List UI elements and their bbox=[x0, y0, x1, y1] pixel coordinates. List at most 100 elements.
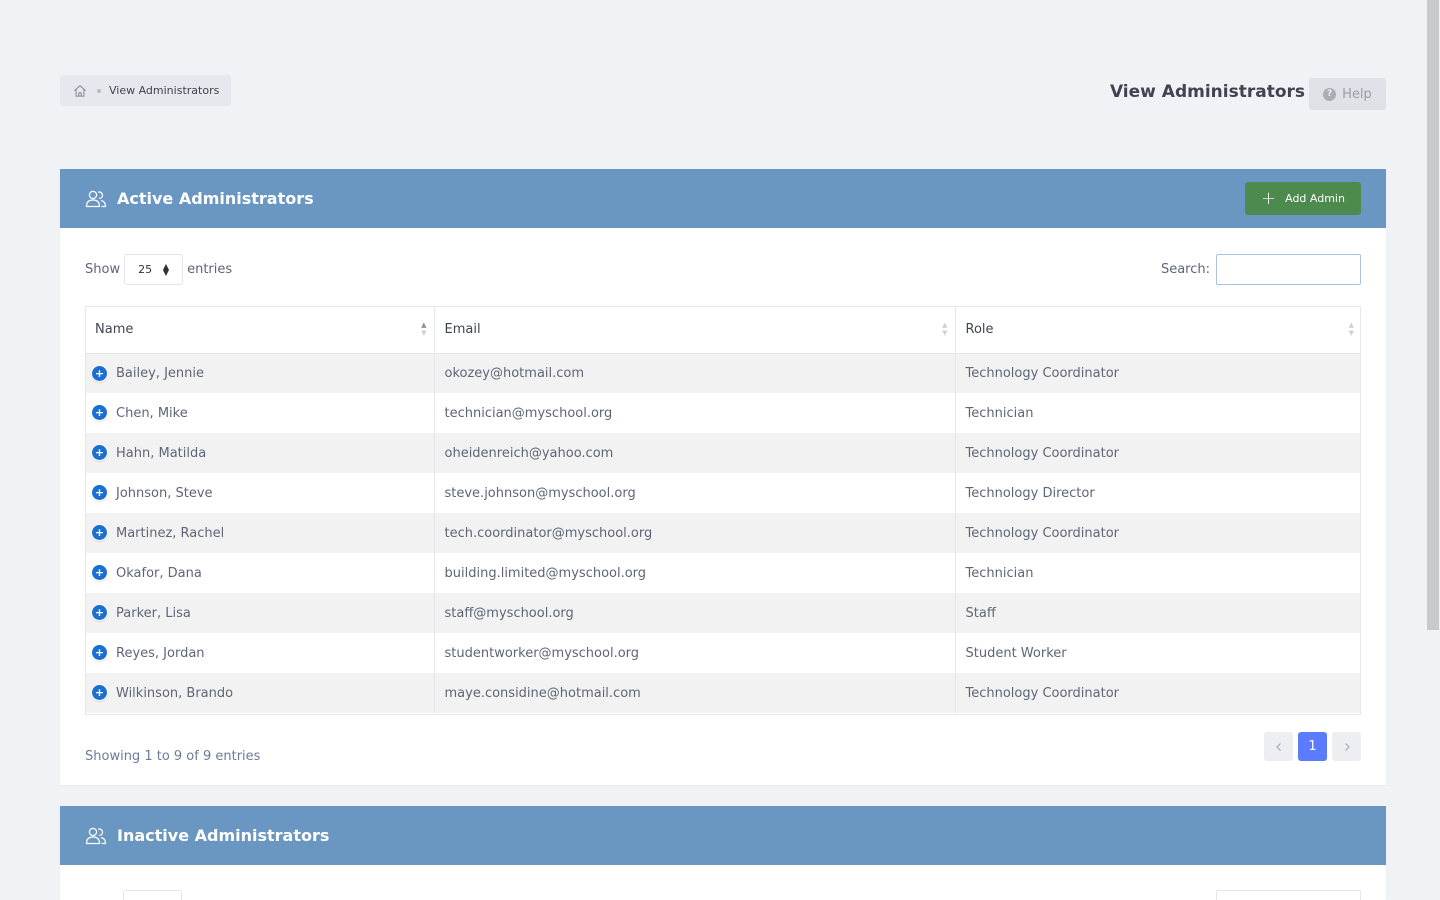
search-label: Search: bbox=[1160, 262, 1210, 277]
name-cell: + Okafor, Dana bbox=[85, 553, 435, 593]
email-cell: staff@myschool.org bbox=[434, 593, 956, 633]
name-cell: + Bailey, Jennie bbox=[85, 353, 435, 393]
role-cell: Technician bbox=[955, 393, 1361, 433]
admin-name: Wilkinson, Brando bbox=[116, 685, 234, 701]
admin-name: Johnson, Steve bbox=[116, 485, 213, 501]
column-label: Name bbox=[95, 321, 134, 337]
search-control: Search: bbox=[1161, 254, 1361, 285]
admin-name: Hahn, Matilda bbox=[116, 445, 207, 461]
email-cell: steve.johnson@myschool.org bbox=[434, 473, 956, 513]
inactive-page-length-select[interactable] bbox=[123, 890, 182, 900]
name-cell: + Parker, Lisa bbox=[85, 593, 435, 633]
name-cell: + Wilkinson, Brando bbox=[85, 673, 435, 713]
table-row[interactable]: + Parker, Lisa staff@myschool.org Staff bbox=[85, 593, 1361, 633]
name-cell: + Hahn, Matilda bbox=[85, 433, 435, 473]
plus-icon: + bbox=[1261, 187, 1277, 209]
entries-label: entries bbox=[187, 262, 233, 277]
help-button[interactable]: ? Help bbox=[1309, 78, 1386, 110]
chevron-right-icon bbox=[1344, 742, 1350, 751]
inactive-admins-header: Inactive Administrators bbox=[60, 806, 1386, 865]
email-cell: building.limited@myschool.org bbox=[434, 553, 956, 593]
page-length-value: 25 bbox=[138, 263, 153, 276]
admin-name: Okafor, Dana bbox=[116, 565, 202, 581]
table-row[interactable]: + Johnson, Steve steve.johnson@myschool.o… bbox=[85, 473, 1361, 513]
table-row[interactable]: + Wilkinson, Brando maye.considine@hotmai… bbox=[85, 673, 1361, 713]
select-arrows-icon: ▲ ▼ bbox=[162, 261, 170, 277]
expand-row-icon[interactable]: + bbox=[92, 405, 107, 420]
column-header-email[interactable]: Email ▲ ▼ bbox=[434, 306, 956, 354]
expand-row-icon[interactable]: + bbox=[92, 685, 107, 700]
column-header-name[interactable]: Name ▲ ▼ bbox=[85, 306, 435, 354]
admin-name: Parker, Lisa bbox=[116, 605, 191, 621]
role-cell: Staff bbox=[955, 593, 1361, 633]
column-header-role[interactable]: Role ▲ ▼ bbox=[955, 306, 1361, 354]
inactive-admins-title: Inactive Administrators bbox=[117, 826, 330, 845]
active-admins-title: Active Administrators bbox=[117, 189, 314, 208]
expand-row-icon[interactable]: + bbox=[92, 365, 107, 381]
users-icon bbox=[85, 190, 107, 207]
admins-table: Name ▲ ▼ Email ▲ ▼ Role ▲ ▼ + Bailey, Jennie… bbox=[85, 306, 1361, 713]
users-icon bbox=[85, 827, 107, 844]
expand-row-icon[interactable]: + bbox=[92, 605, 107, 620]
email-cell: studentworker@myschool.org bbox=[434, 633, 956, 673]
admin-name: Bailey, Jennie bbox=[116, 365, 204, 381]
expand-row-icon[interactable]: + bbox=[92, 565, 107, 580]
table-row[interactable]: + Martinez, Rachel tech.coordinator@mysch… bbox=[85, 513, 1361, 553]
role-cell: Technology Coordinator bbox=[955, 513, 1361, 553]
role-cell: Technician bbox=[955, 553, 1361, 593]
role-cell: Technology Coordinator bbox=[955, 673, 1361, 713]
expand-row-icon[interactable]: + bbox=[92, 445, 107, 460]
breadcrumb-separator bbox=[97, 88, 101, 93]
email-cell: maye.considine@hotmail.com bbox=[434, 673, 956, 713]
page-length-select[interactable]: 25 ▲ ▼ bbox=[124, 254, 184, 285]
table-controls: Show 25 ▲ ▼ entries Search: bbox=[60, 228, 1386, 306]
previous-page-button[interactable] bbox=[1264, 732, 1293, 761]
role-cell: Technology Coordinator bbox=[955, 433, 1361, 473]
add-admin-label: Add Admin bbox=[1285, 192, 1345, 205]
add-admin-button[interactable]: + Add Admin bbox=[1245, 182, 1361, 215]
show-label: Show bbox=[85, 262, 121, 277]
table-row[interactable]: + Bailey, Jennie okozey@hotmail.com Techn… bbox=[85, 353, 1361, 393]
name-cell: + Johnson, Steve bbox=[85, 473, 435, 513]
page-scrollbar[interactable] bbox=[1426, 0, 1440, 900]
email-cell: okozey@hotmail.com bbox=[434, 353, 956, 393]
chevron-left-icon bbox=[1275, 742, 1281, 751]
email-cell: oheidenreich@yahoo.com bbox=[434, 433, 956, 473]
column-label: Role bbox=[965, 321, 994, 337]
role-cell: Technology Director bbox=[955, 473, 1361, 513]
page-title: View Administrators bbox=[1109, 82, 1305, 102]
page-button-1[interactable]: 1 bbox=[1298, 732, 1327, 761]
home-icon[interactable] bbox=[72, 83, 88, 99]
table-row[interactable]: + Reyes, Jordan studentworker@myschool.or… bbox=[85, 633, 1361, 673]
active-admins-card: Active Administrators + Add Admin Show 2… bbox=[60, 169, 1386, 785]
pagination: 1 bbox=[1259, 732, 1361, 761]
breadcrumb: View Administrators bbox=[60, 75, 232, 106]
breadcrumb-current: View Administrators bbox=[109, 84, 220, 97]
name-cell: + Reyes, Jordan bbox=[85, 633, 435, 673]
email-cell: technician@myschool.org bbox=[434, 393, 956, 433]
table-row[interactable]: + Okafor, Dana building.limited@myschool.… bbox=[85, 553, 1361, 593]
sort-asc-icon: ▲ ▼ bbox=[421, 321, 427, 337]
table-info: Showing 1 to 9 of 9 entries bbox=[85, 749, 261, 764]
role-cell: Technology Coordinator bbox=[955, 353, 1361, 393]
table-row[interactable]: + Hahn, Matilda oheidenreich@yahoo.com Te… bbox=[85, 433, 1361, 473]
email-cell: tech.coordinator@myschool.org bbox=[434, 513, 956, 553]
admin-name: Chen, Mike bbox=[116, 405, 188, 421]
next-page-button[interactable] bbox=[1332, 732, 1361, 761]
admin-name: Martinez, Rachel bbox=[116, 525, 225, 541]
expand-row-icon[interactable]: + bbox=[92, 645, 107, 660]
inactive-admins-card: Inactive Administrators bbox=[60, 806, 1386, 900]
search-input[interactable] bbox=[1216, 254, 1361, 285]
table-row[interactable]: + Chen, Mike technician@myschool.org Tech… bbox=[85, 393, 1361, 433]
question-circle-icon: ? bbox=[1323, 87, 1337, 101]
column-label: Email bbox=[444, 321, 481, 337]
expand-row-icon[interactable]: + bbox=[92, 525, 107, 540]
page-scrollbar-thumb[interactable] bbox=[1427, 0, 1439, 630]
page-length-control: Show 25 ▲ ▼ entries bbox=[85, 254, 232, 285]
sort-icon: ▲ ▼ bbox=[942, 321, 948, 337]
expand-row-icon[interactable]: + bbox=[92, 485, 107, 500]
active-admins-header: Active Administrators + Add Admin bbox=[60, 169, 1386, 228]
table-footer: Showing 1 to 9 of 9 entries 1 bbox=[85, 732, 1361, 772]
name-cell: + Chen, Mike bbox=[85, 393, 435, 433]
inactive-search-input[interactable] bbox=[1216, 890, 1361, 900]
